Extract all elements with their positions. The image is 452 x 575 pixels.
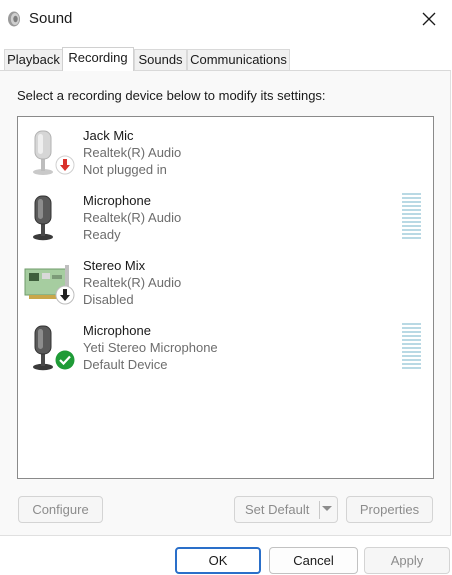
- ok-button[interactable]: OK: [175, 547, 261, 574]
- device-status: Disabled: [83, 292, 134, 307]
- level-meter-bar: [402, 201, 421, 203]
- device-item-microphone-realtek[interactable]: Microphone Realtek(R) Audio Ready: [18, 189, 433, 251]
- microphone-icon: [33, 195, 53, 241]
- window-title: Sound: [29, 10, 73, 27]
- recording-device-list[interactable]: Jack Mic Realtek(R) Audio Not plugged in…: [17, 116, 434, 479]
- default-checkmark-icon: [55, 350, 75, 370]
- device-name: Stereo Mix: [83, 258, 146, 273]
- tab-recording[interactable]: Recording: [62, 47, 134, 71]
- device-item-stereo-mix[interactable]: Stereo Mix Realtek(R) Audio Disabled: [18, 254, 433, 316]
- level-meter: [402, 323, 421, 372]
- title-bar: Sound: [0, 0, 452, 40]
- level-meter: [402, 193, 421, 242]
- tab-playback[interactable]: Playback: [4, 49, 63, 70]
- level-meter-bar: [402, 331, 421, 333]
- cancel-button[interactable]: Cancel: [269, 547, 358, 574]
- set-default-button[interactable]: Set Default: [234, 496, 338, 523]
- level-meter-bar: [402, 339, 421, 341]
- level-meter-bar: [402, 359, 421, 361]
- level-meter-bar: [402, 367, 421, 369]
- level-meter-bar: [402, 355, 421, 357]
- level-meter-bar: [402, 343, 421, 345]
- device-name: Microphone: [83, 193, 151, 208]
- unplugged-down-arrow-icon: [55, 155, 75, 175]
- close-button[interactable]: [406, 0, 452, 38]
- level-meter-bar: [402, 351, 421, 353]
- level-meter-bar: [402, 193, 421, 195]
- set-default-label: Set Default: [245, 502, 310, 517]
- device-status: Not plugged in: [83, 162, 167, 177]
- tab-sounds[interactable]: Sounds: [134, 49, 187, 70]
- device-item-jack-mic[interactable]: Jack Mic Realtek(R) Audio Not plugged in: [18, 124, 433, 186]
- level-meter-bar: [402, 205, 421, 207]
- level-meter-bar: [402, 323, 421, 325]
- apply-button[interactable]: Apply: [364, 547, 450, 574]
- level-meter-bar: [402, 363, 421, 365]
- device-driver: Realtek(R) Audio: [83, 210, 182, 225]
- chevron-down-icon[interactable]: [321, 505, 333, 513]
- level-meter-bar: [402, 233, 421, 235]
- level-meter-bar: [402, 217, 421, 219]
- device-driver: Realtek(R) Audio: [83, 275, 182, 290]
- tab-communications[interactable]: Communications: [187, 49, 290, 70]
- device-driver: Realtek(R) Audio: [83, 145, 182, 160]
- device-name: Jack Mic: [83, 128, 134, 143]
- device-item-microphone-yeti[interactable]: Microphone Yeti Stereo Microphone Defaul…: [18, 319, 433, 381]
- speaker-icon: [8, 11, 20, 27]
- device-status: Default Device: [83, 357, 168, 372]
- level-meter-bar: [402, 327, 421, 329]
- level-meter-bar: [402, 237, 421, 239]
- level-meter-bar: [402, 347, 421, 349]
- instructions-text: Select a recording device below to modif…: [17, 88, 326, 103]
- level-meter-bar: [402, 221, 421, 223]
- split-divider: [319, 501, 320, 519]
- level-meter-bar: [402, 209, 421, 211]
- level-meter-bar: [402, 225, 421, 227]
- level-meter-bar: [402, 335, 421, 337]
- disabled-down-arrow-icon: [55, 285, 75, 305]
- properties-button[interactable]: Properties: [346, 496, 433, 523]
- tab-strip: Playback Recording Sounds Communications: [0, 47, 452, 71]
- level-meter-bar: [402, 213, 421, 215]
- device-status: Ready: [83, 227, 121, 242]
- level-meter-bar: [402, 229, 421, 231]
- close-icon: [422, 12, 436, 26]
- configure-button[interactable]: Configure: [18, 496, 103, 523]
- level-meter-bar: [402, 197, 421, 199]
- device-name: Microphone: [83, 323, 151, 338]
- device-driver: Yeti Stereo Microphone: [83, 340, 218, 355]
